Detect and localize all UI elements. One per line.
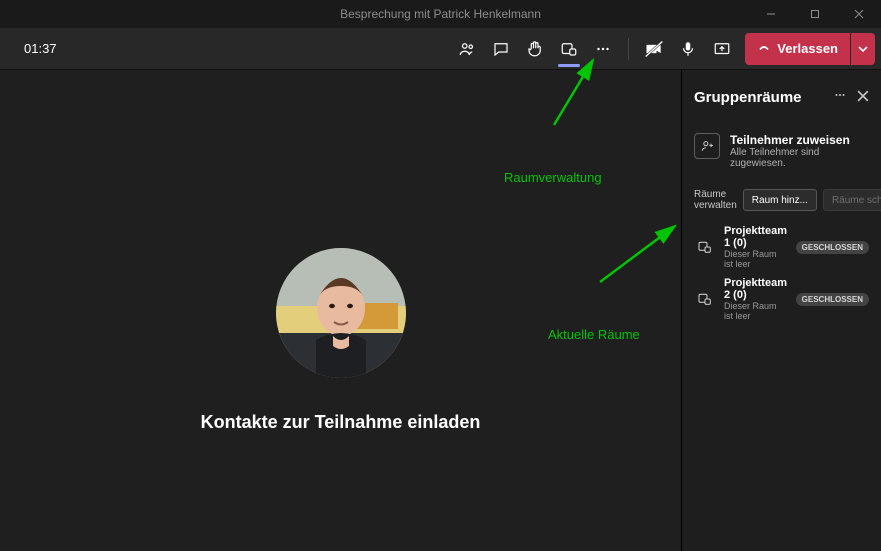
panel-close-button[interactable] xyxy=(857,89,869,107)
assign-subtitle: Alle Teilnehmer sind zugewiesen. xyxy=(730,147,869,169)
manage-rooms-label: Räume verwalten xyxy=(694,189,737,211)
camera-button[interactable] xyxy=(638,33,670,65)
annotation-label-2: Aktuelle Räume xyxy=(548,327,640,342)
leave-button[interactable]: Verlassen xyxy=(745,33,850,65)
participants-button[interactable] xyxy=(451,33,483,65)
meeting-toolbar: 01:37 xyxy=(0,28,881,70)
room-status-badge: GESCHLOSSEN xyxy=(796,241,869,254)
room-name: Projektteam 2 (0) xyxy=(724,277,788,301)
close-button[interactable] xyxy=(837,0,881,28)
raise-hand-button[interactable] xyxy=(519,33,551,65)
assign-participants-row[interactable]: Teilnehmer zuweisen Alle Teilnehmer sind… xyxy=(694,133,869,169)
room-icon xyxy=(694,236,716,258)
room-item[interactable]: Projektteam 2 (0) Dieser Raum ist leer G… xyxy=(694,273,869,325)
room-status-badge: GESCHLOSSEN xyxy=(796,293,869,306)
breakout-rooms-panel: Gruppenräume Teilnehmer zuweisen Alle Te… xyxy=(681,70,881,551)
room-icon xyxy=(694,288,716,310)
window-title: Besprechung mit Patrick Henkelmann xyxy=(340,7,541,21)
share-screen-button[interactable] xyxy=(706,33,738,65)
meeting-stage: Kontakte zur Teilnahme einladen Raumverw… xyxy=(0,70,681,551)
invite-prompt: Kontakte zur Teilnahme einladen xyxy=(201,412,481,433)
panel-title: Gruppenräume xyxy=(694,89,802,106)
annotation-label-1: Raumverwaltung xyxy=(504,170,602,185)
minimize-button[interactable] xyxy=(749,0,793,28)
leave-dropdown-button[interactable] xyxy=(851,33,875,65)
assign-icon xyxy=(694,133,720,159)
chat-button[interactable] xyxy=(485,33,517,65)
leave-label: Verlassen xyxy=(777,41,838,56)
toolbar-separator xyxy=(628,38,629,60)
room-subtitle: Dieser Raum ist leer xyxy=(724,249,788,269)
maximize-button[interactable] xyxy=(793,0,837,28)
participant-avatar xyxy=(276,248,406,378)
microphone-button[interactable] xyxy=(672,33,704,65)
panel-more-button[interactable] xyxy=(833,88,847,107)
close-rooms-button[interactable]: Räume schl... xyxy=(823,189,881,211)
add-room-button[interactable]: Raum hinz... xyxy=(743,189,817,211)
window-controls xyxy=(749,0,881,28)
room-subtitle: Dieser Raum ist leer xyxy=(724,301,788,321)
breakout-rooms-button[interactable] xyxy=(553,33,585,65)
room-item[interactable]: Projektteam 1 (0) Dieser Raum ist leer G… xyxy=(694,221,869,273)
more-actions-button[interactable] xyxy=(587,33,619,65)
titlebar: Besprechung mit Patrick Henkelmann xyxy=(0,0,881,28)
call-timer: 01:37 xyxy=(24,41,57,56)
assign-title: Teilnehmer zuweisen xyxy=(730,133,869,147)
room-name: Projektteam 1 (0) xyxy=(724,225,788,249)
